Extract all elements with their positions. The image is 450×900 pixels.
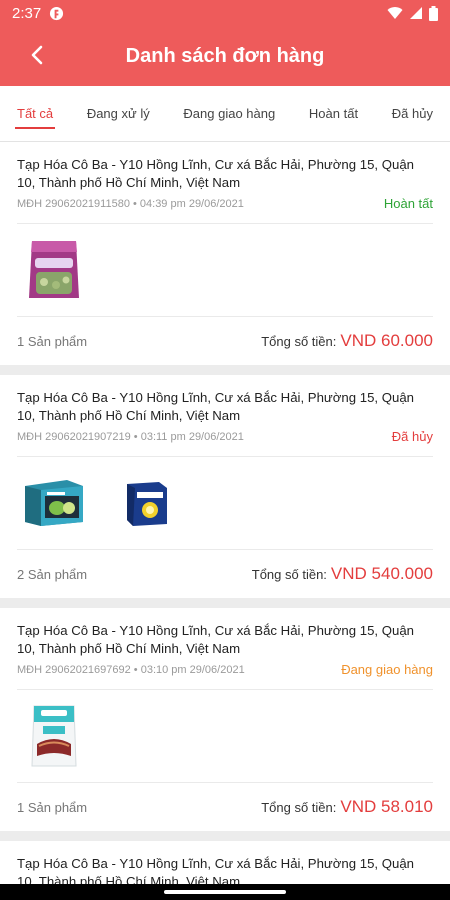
order-status: Hoàn tất: [383, 196, 433, 211]
tab-all[interactable]: Tất cả: [14, 86, 56, 142]
total-label: Tổng số tiền:: [261, 800, 337, 815]
product-count: 1 Sản phẩm: [17, 799, 88, 815]
product-thumbnails: [17, 690, 433, 783]
product-image[interactable]: [23, 700, 85, 772]
total-amount: VND 60.000: [340, 331, 433, 350]
battery-icon: [429, 5, 438, 21]
signal-icon: [410, 7, 422, 19]
product-count: 2 Sản phẩm: [17, 566, 88, 582]
total-label: Tổng số tiền:: [261, 334, 337, 349]
clock: 2:37: [12, 4, 42, 22]
order-meta: MĐH 29062021907219 • 03:11 pm 29/06/2021…: [17, 429, 433, 457]
order-code: MĐH 29062021911580 • 04:39 pm 29/06/2021: [17, 197, 244, 210]
total-amount: VND 540.000: [330, 564, 433, 583]
product-count: 1 Sản phẩm: [17, 333, 88, 349]
order-summary: 1 Sản phẩm Tổng số tiền: VND 60.000: [17, 317, 433, 365]
tab-processing[interactable]: Đang xử lý: [87, 86, 150, 142]
order-address: Tạp Hóa Cô Ba - Y10 Hồng Lĩnh, Cư xá Bắc…: [17, 623, 414, 656]
tab-shipping[interactable]: Đang giao hàng: [183, 86, 275, 142]
back-button[interactable]: [22, 40, 52, 70]
order-card[interactable]: Tạp Hóa Cô Ba - Y10 Hồng Lĩnh, Cư xá Bắc…: [0, 608, 450, 831]
notification-icon: [50, 6, 64, 20]
product-image[interactable]: [23, 467, 85, 539]
order-card[interactable]: Tạp Hóa Cô Ba - Y10 Hồng Lĩnh, Cư xá Bắc…: [0, 375, 450, 598]
page-title: Danh sách đơn hàng: [125, 44, 325, 67]
order-tabs: Tất cả Đang xử lý Đang giao hàng Hoàn tấ…: [0, 86, 450, 142]
tab-cancelled[interactable]: Đã hủy: [392, 86, 433, 142]
total-amount: VND 58.010: [340, 797, 433, 816]
order-meta: MĐH 29062021697692 • 03:10 pm 29/06/2021…: [17, 662, 433, 690]
order-total: Tổng số tiền: VND 60.000: [261, 331, 433, 351]
order-code: MĐH 29062021697692 • 03:10 pm 29/06/2021: [17, 663, 245, 676]
product-thumbnails: [17, 224, 433, 317]
order-card[interactable]: Tạp Hóa Cô Ba - Y10 Hồng Lĩnh, Cư xá Bắc…: [0, 142, 450, 365]
product-thumbnails: [17, 457, 433, 550]
order-list: Tạp Hóa Cô Ba - Y10 Hồng Lĩnh, Cư xá Bắc…: [0, 142, 450, 900]
top-bar: 2:37 Danh sách đơn hàng: [0, 0, 450, 86]
product-image[interactable]: [23, 234, 85, 306]
order-address: Tạp Hóa Cô Ba - Y10 Hồng Lĩnh, Cư xá Bắc…: [17, 157, 414, 190]
order-code: MĐH 29062021907219 • 03:11 pm 29/06/2021: [17, 430, 244, 443]
order-total: Tổng số tiền: VND 540.000: [252, 564, 433, 584]
app-bar: Danh sách đơn hàng: [0, 26, 450, 86]
status-bar: 2:37: [0, 0, 450, 26]
order-summary: 1 Sản phẩm Tổng số tiền: VND 58.010: [17, 783, 433, 831]
back-arrow-icon: [31, 45, 43, 65]
order-meta: MĐH 29062021911580 • 04:39 pm 29/06/2021…: [17, 196, 433, 224]
total-label: Tổng số tiền:: [251, 567, 327, 582]
order-total: Tổng số tiền: VND 58.010: [261, 797, 433, 817]
tab-completed[interactable]: Hoàn tất: [309, 86, 358, 142]
order-status: Đã hủy: [391, 429, 433, 444]
gesture-bar[interactable]: [0, 884, 450, 900]
product-image[interactable]: [115, 467, 177, 539]
order-status: Đang giao hàng: [341, 662, 433, 677]
order-address: Tạp Hóa Cô Ba - Y10 Hồng Lĩnh, Cư xá Bắc…: [17, 390, 414, 423]
wifi-icon: [387, 7, 403, 20]
order-summary: 2 Sản phẩm Tổng số tiền: VND 540.000: [17, 550, 433, 598]
